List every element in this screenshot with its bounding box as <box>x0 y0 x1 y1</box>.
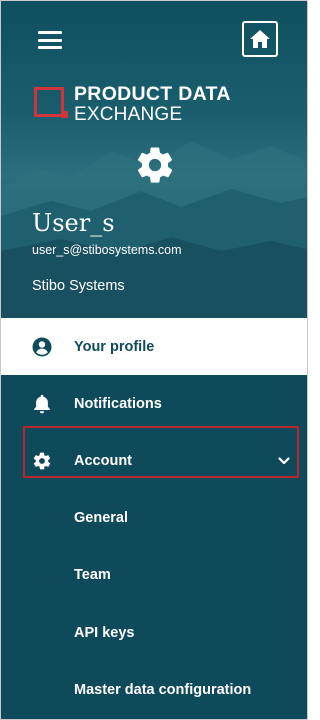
submenu-item-master-data-configuration[interactable]: Master data configuration <box>1 662 307 720</box>
bell-icon <box>32 394 52 414</box>
menu-item-label: Your profile <box>74 338 155 355</box>
submenu-item-api-keys[interactable]: API keys <box>1 604 307 662</box>
menu-item-notifications[interactable]: Notifications <box>1 375 307 432</box>
user-company: Stibo Systems <box>32 278 125 294</box>
home-button[interactable] <box>242 21 278 57</box>
menu-item-your-profile[interactable]: Your profile <box>1 318 307 375</box>
home-icon <box>250 30 270 48</box>
menu-item-account[interactable]: Account <box>1 432 307 489</box>
user-circle-icon <box>32 337 52 357</box>
submenu-item-label: API keys <box>74 624 135 641</box>
submenu-item-label: Master data configuration <box>74 682 252 699</box>
avatar <box>134 144 176 191</box>
chevron-down-icon[interactable] <box>278 453 290 469</box>
user-email: user_s@stibosystems.com <box>32 243 182 257</box>
menu-item-label: Account <box>74 452 132 469</box>
logo-text-line1: PRODUCT DATA <box>74 83 231 105</box>
menu-item-label: Notifications <box>74 395 162 412</box>
user-name: User_s <box>32 209 115 237</box>
logo-mark <box>34 87 64 117</box>
submenu-item-team[interactable]: Team <box>1 547 307 605</box>
gear-icon <box>32 451 52 471</box>
submenu-item-label: General <box>74 509 128 526</box>
hamburger-menu-icon[interactable] <box>38 31 62 49</box>
profile-header: PRODUCT DATA EXCHANGE User_s user_s@stib… <box>1 1 307 318</box>
submenu-item-general[interactable]: General <box>1 489 307 547</box>
product-data-exchange-logo: PRODUCT DATA EXCHANGE <box>34 83 274 125</box>
side-menu: Your profile Notifications Account Gener… <box>1 318 307 719</box>
submenu-item-label: Team <box>74 567 111 584</box>
gear-icon <box>137 147 173 183</box>
logo-text-line2: EXCHANGE <box>74 104 183 125</box>
side-panel: PRODUCT DATA EXCHANGE User_s user_s@stib… <box>0 0 308 720</box>
logo-mark-dot <box>61 111 68 118</box>
